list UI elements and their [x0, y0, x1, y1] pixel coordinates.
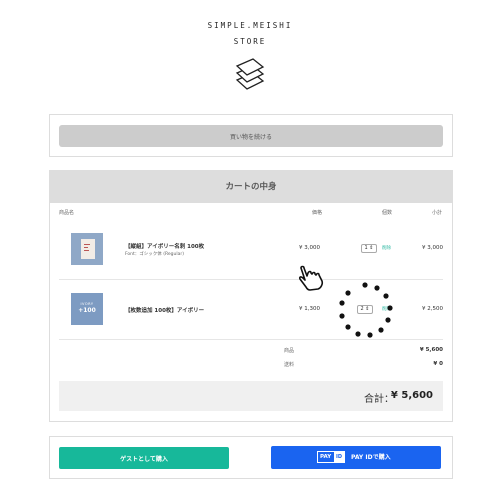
vertical-card-thumbnail[interactable] — [71, 233, 103, 265]
store-header: SIMPLE.MEISHI STORE — [0, 18, 500, 96]
payid-logo-box: ID — [334, 452, 344, 462]
column-header-product: 商品名 — [59, 210, 75, 216]
item-name[interactable]: 【枚数追加 100枚】アイボリー — [125, 306, 204, 314]
store-name-line2: STORE — [233, 37, 267, 46]
hand-pointer-icon — [298, 265, 324, 291]
card-stack-icon — [235, 58, 265, 90]
column-header-quantity: 個数 — [382, 210, 393, 216]
total-value: ¥ 5,600 — [390, 390, 433, 401]
ivory-plus-100-thumbnail[interactable]: IVORY +100 — [71, 293, 103, 325]
payid-logo-text: PAY — [320, 454, 332, 460]
item-font-note: Font：ゴシック体 (Regular) — [125, 252, 184, 257]
products-total-label: 商品 — [284, 348, 295, 354]
quantity-select[interactable]: 1 ⇕ — [361, 244, 377, 253]
store-name-line1: SIMPLE.MEISHI — [207, 21, 293, 30]
stepper-arrows-icon: ⇕ — [369, 245, 374, 251]
thumbnail-text-big: +100 — [78, 307, 96, 314]
item-subtotal: ¥ 3,000 — [422, 245, 443, 251]
payid-checkout-label: PAY IDで購入 — [351, 454, 391, 461]
item-subtotal: ¥ 2,500 — [422, 306, 443, 312]
column-header-price: 価格 — [312, 210, 323, 216]
shipping-value: ¥ 0 — [433, 361, 443, 367]
total-bar: 合計： ¥ 5,600 — [59, 381, 443, 411]
products-total-value: ¥ 5,600 — [419, 347, 443, 353]
guest-checkout-button[interactable]: ゲストとして購入 — [59, 447, 229, 469]
item-price: ¥ 1,300 — [299, 306, 320, 312]
payid-logo-icon: PAY ID — [317, 451, 345, 463]
continue-shopping-panel: 買い物を続ける — [49, 114, 453, 157]
item-price: ¥ 3,000 — [299, 245, 320, 251]
item-name[interactable]: 【縦組】アイボリー名刺 100枚 — [125, 242, 204, 250]
shipping-label: 送料 — [284, 362, 295, 368]
continue-shopping-button[interactable]: 買い物を続ける — [59, 125, 443, 147]
payid-checkout-button[interactable]: PAY ID PAY IDで購入 — [271, 446, 441, 469]
checkout-panel: ゲストとして購入 PAY ID PAY IDで購入 — [49, 436, 453, 479]
delete-link[interactable]: 削除 — [382, 245, 391, 251]
card-sample — [81, 239, 95, 259]
loading-ring-icon — [339, 282, 393, 338]
cart-title: カートの中身 — [50, 171, 452, 203]
total-label: 合計： — [364, 394, 394, 405]
thumbnail-text-small: IVORY — [80, 302, 94, 306]
column-header-subtotal: 小計 — [432, 210, 443, 216]
quantity-value: 1 — [364, 245, 368, 251]
cart-row: 【縦組】アイボリー名刺 100枚 Font：ゴシック体 (Regular) ¥ … — [59, 221, 443, 280]
